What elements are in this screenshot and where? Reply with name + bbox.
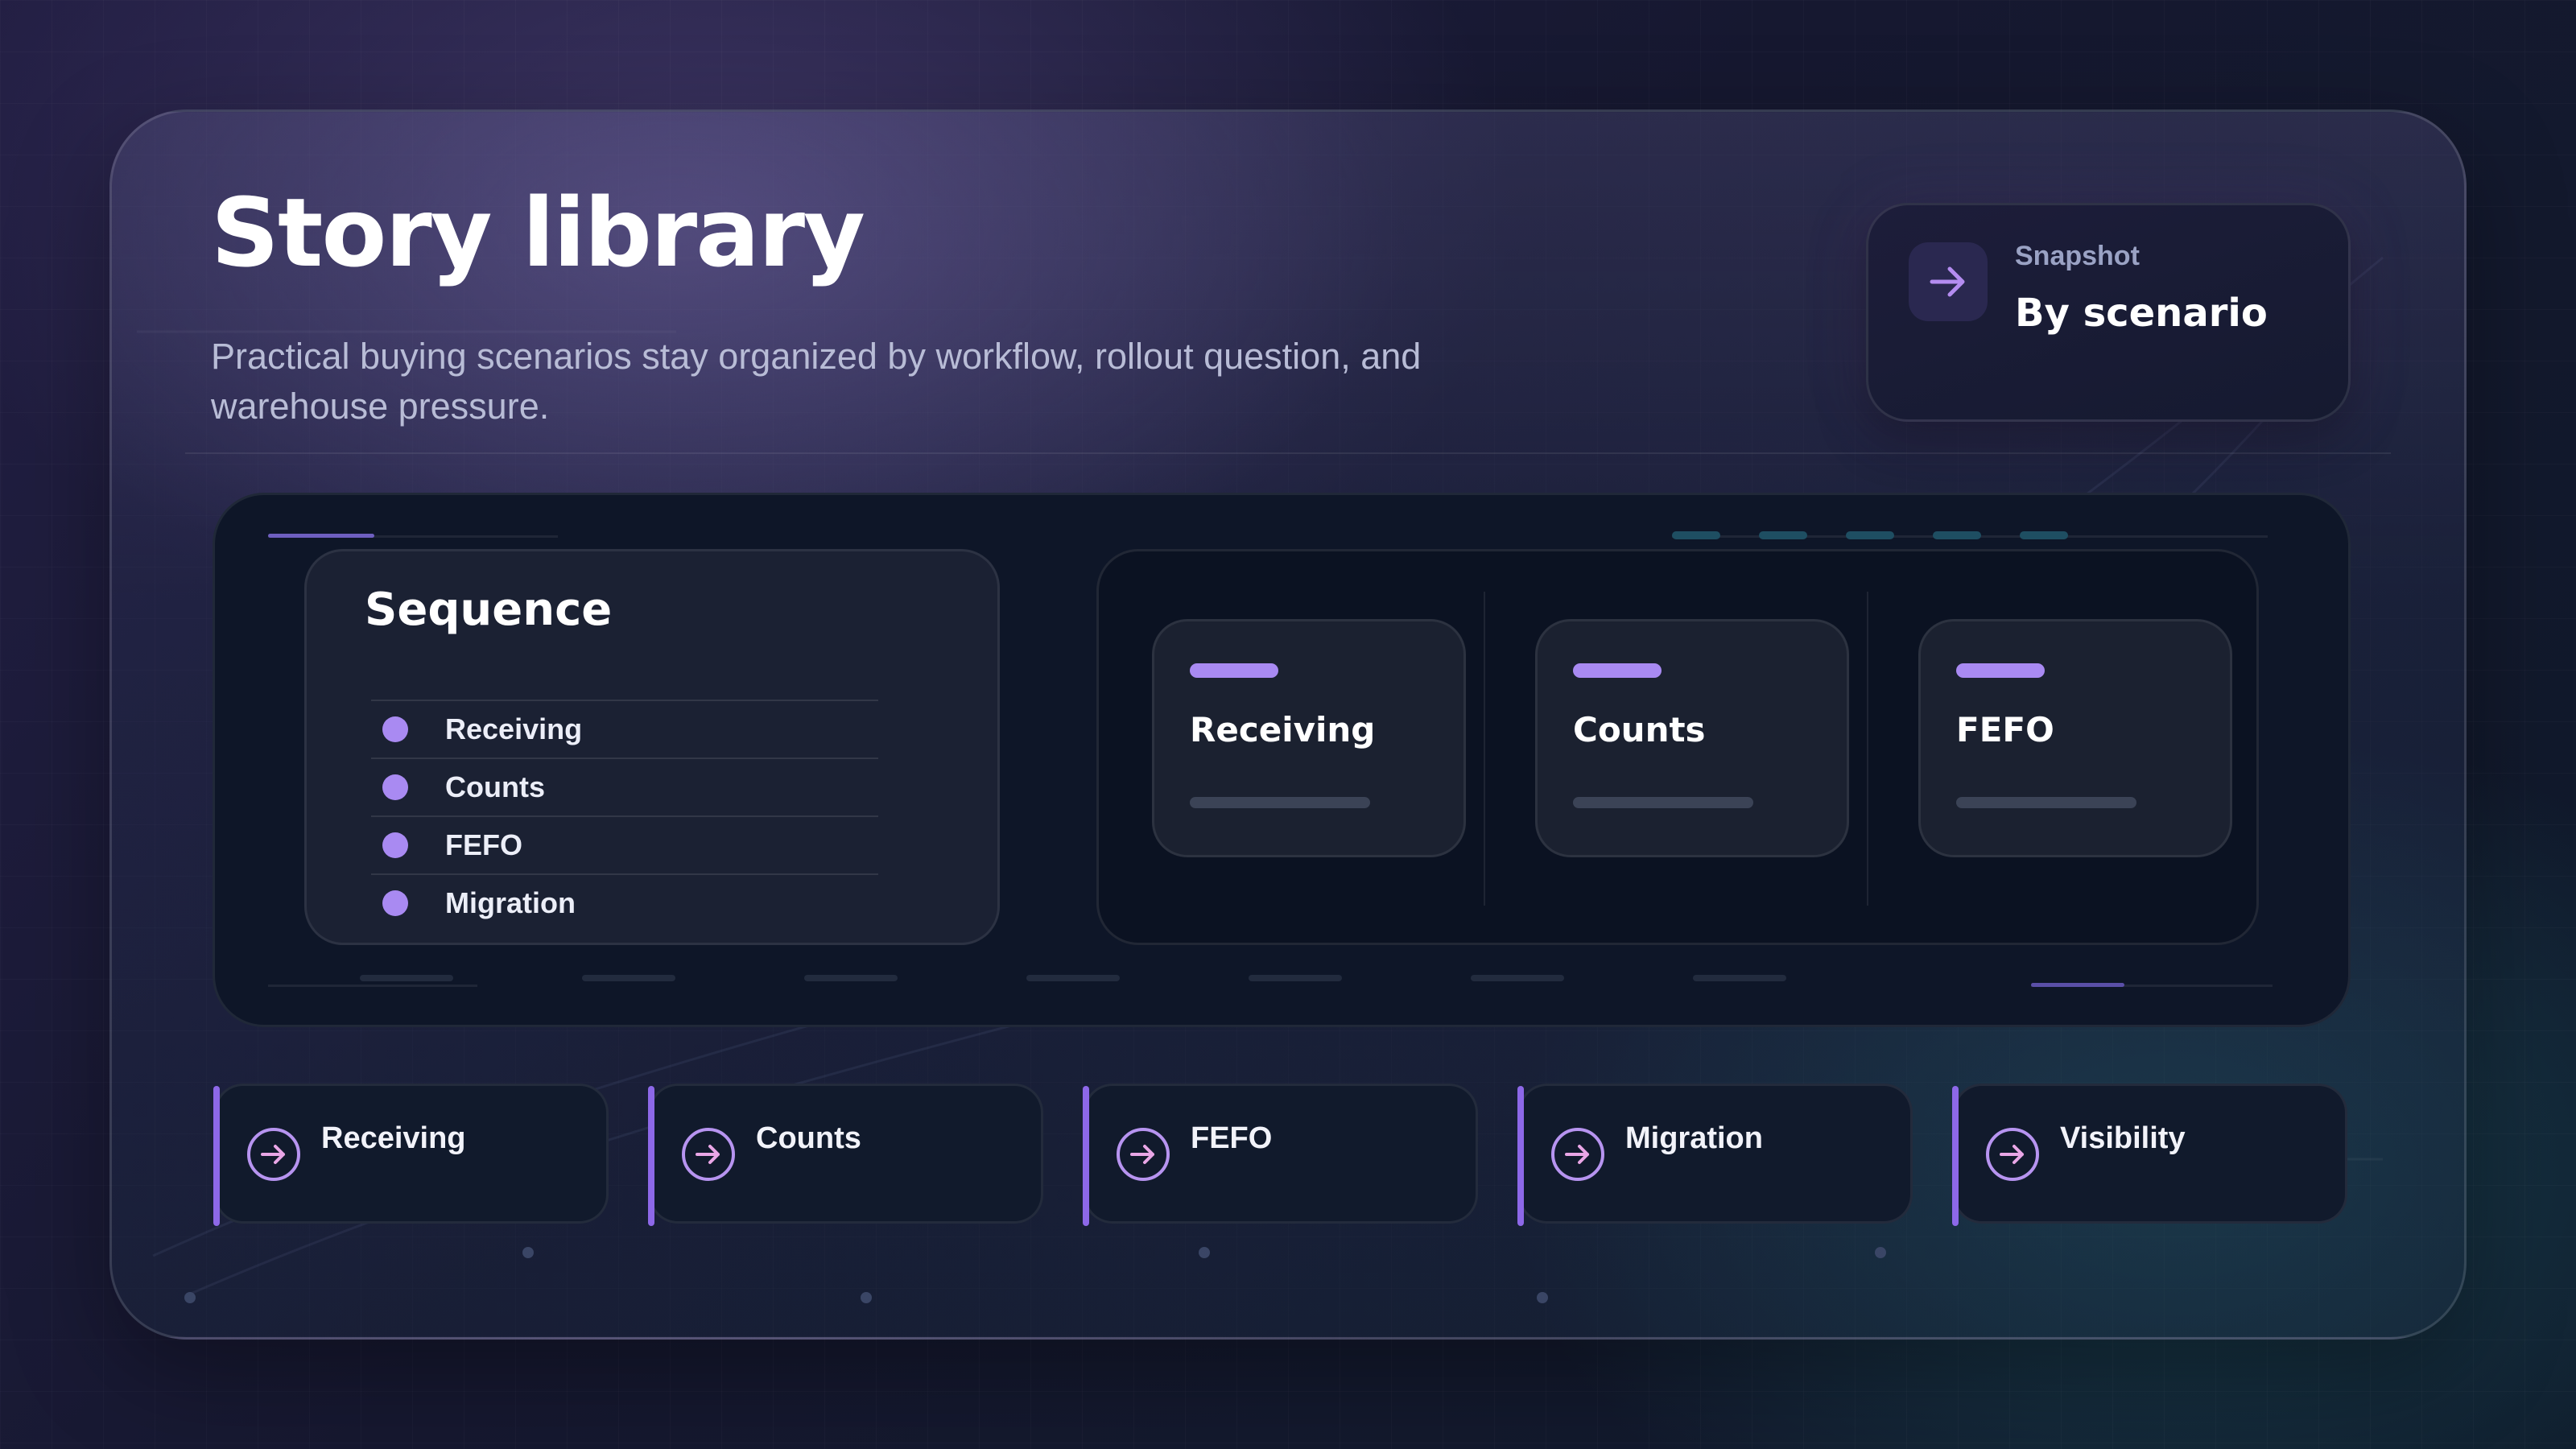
stage-dash [1672, 531, 1720, 539]
arrow-right-icon [1909, 242, 1988, 321]
stage-footer-dash [582, 975, 675, 981]
chip-accent-edge [1952, 1086, 1959, 1226]
sequence-item-label: Counts [445, 770, 545, 803]
sequence-item-receiving[interactable]: Receiving [371, 700, 878, 758]
arrow-right-circle-icon [1551, 1128, 1604, 1181]
stage-dash [1846, 531, 1894, 539]
stage-footer-dash [1249, 975, 1342, 981]
chip-visibility[interactable]: Visibility [1952, 1084, 2347, 1226]
feature-panel: Receiving Counts FEFO [1096, 549, 2259, 945]
chip-fefo[interactable]: FEFO [1083, 1084, 1478, 1226]
feature-card-label: Counts [1573, 710, 1706, 749]
stage-top-accent [268, 534, 374, 538]
chip-accent-edge [648, 1086, 654, 1226]
panel-divider [1484, 592, 1485, 906]
stage-footer-dash [1026, 975, 1120, 981]
chip-label: Receiving [321, 1121, 466, 1155]
sequence-item-fefo[interactable]: FEFO [371, 815, 878, 873]
stage-footer-dash [1471, 975, 1564, 981]
chip-accent-edge [1083, 1086, 1089, 1226]
snapshot-kicker: Snapshot [2015, 241, 2140, 271]
stage-bottom-rule [268, 985, 477, 987]
feature-card-fefo[interactable]: FEFO [1918, 619, 2232, 857]
feature-accent-bar [1190, 663, 1278, 678]
panel-divider [1867, 592, 1868, 906]
feature-card-receiving[interactable]: Receiving [1152, 619, 1466, 857]
bullet-dot-icon [382, 774, 408, 800]
feature-placeholder-line [1956, 797, 2136, 808]
sequence-item-counts[interactable]: Counts [371, 758, 878, 815]
stage-bottom-accent [2031, 983, 2124, 987]
sequence-card: Sequence Receiving Counts FEFO Migration [304, 549, 1000, 945]
chip-accent-edge [1517, 1086, 1524, 1226]
bullet-dot-icon [382, 832, 408, 858]
stage-footer-dash [804, 975, 898, 981]
bullet-dot-icon [382, 716, 408, 742]
feature-placeholder-line [1190, 797, 1370, 808]
feature-accent-bar [1956, 663, 2045, 678]
chip-label: Migration [1625, 1121, 1763, 1155]
chip-label: Counts [756, 1121, 861, 1155]
feature-card-counts[interactable]: Counts [1535, 619, 1849, 857]
snapshot-value: By scenario [2015, 291, 2268, 336]
page-subtitle: Practical buying scenarios stay organize… [211, 336, 1422, 427]
arrow-right-circle-icon [682, 1128, 735, 1181]
chip-counts[interactable]: Counts [648, 1084, 1043, 1226]
sequence-item-label: FEFO [445, 828, 522, 861]
sequence-item-label: Migration [445, 886, 576, 919]
snapshot-card[interactable]: Snapshot By scenario [1866, 203, 2351, 422]
chip-accent-edge [213, 1086, 220, 1226]
sequence-item-label: Receiving [445, 712, 583, 745]
sequence-list: Receiving Counts FEFO Migration [371, 700, 878, 931]
stage-dash [1933, 531, 1981, 539]
stage-dash [2020, 531, 2068, 539]
bullet-dot-icon [382, 890, 408, 916]
chip-migration[interactable]: Migration [1517, 1084, 1913, 1226]
page-title: Story library [211, 177, 865, 288]
feature-card-label: FEFO [1956, 710, 2054, 749]
chip-receiving[interactable]: Receiving [213, 1084, 609, 1226]
feature-card-label: Receiving [1190, 710, 1376, 749]
sequence-item-migration[interactable]: Migration [371, 873, 878, 931]
arrow-right-circle-icon [1986, 1128, 2039, 1181]
feature-accent-bar [1573, 663, 1662, 678]
header-divider [185, 452, 2391, 454]
feature-placeholder-line [1573, 797, 1753, 808]
stage-dash [1759, 531, 1807, 539]
chip-label: FEFO [1191, 1121, 1273, 1155]
stage-footer-dash [360, 975, 453, 981]
arrow-right-circle-icon [1117, 1128, 1170, 1181]
chip-label: Visibility [2060, 1121, 2186, 1155]
sequence-title: Sequence [365, 584, 613, 636]
stage-footer-dash [1693, 975, 1786, 981]
arrow-right-circle-icon [247, 1128, 300, 1181]
